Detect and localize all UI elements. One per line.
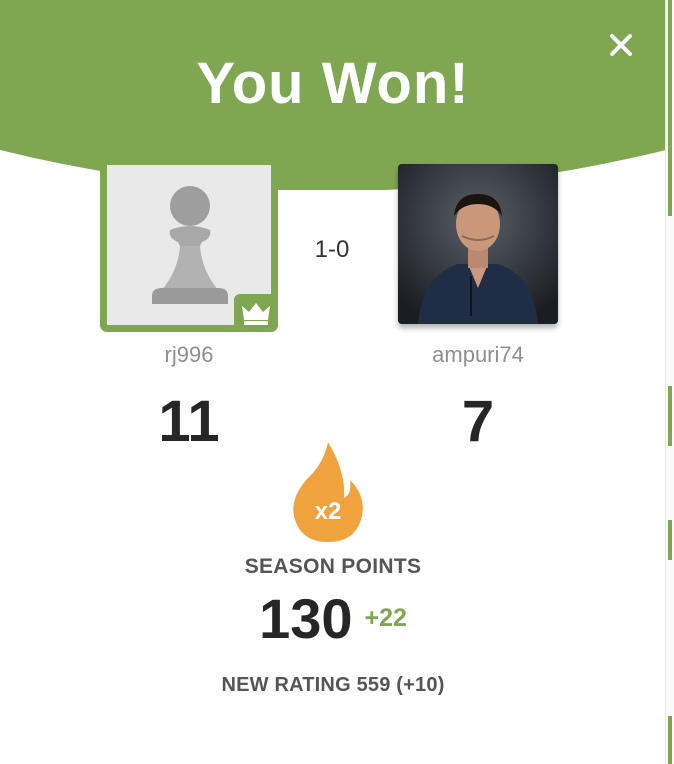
player1-username[interactable]: rj996 <box>100 342 278 368</box>
right-edge-scrollbar[interactable] <box>665 0 674 764</box>
player1-rating: 11 <box>158 389 220 454</box>
winner-badge <box>234 294 278 332</box>
edge-mark <box>668 716 672 764</box>
close-button[interactable] <box>604 28 638 62</box>
player2-photo <box>398 164 558 324</box>
season-points-label: SEASON POINTS <box>244 555 422 578</box>
season-points-delta: +22 <box>364 604 407 632</box>
flame-icon <box>293 442 363 542</box>
player2-avatar[interactable] <box>398 164 558 324</box>
edge-mark <box>668 386 672 446</box>
player2-rating: 7 <box>461 389 495 454</box>
season-points-value: 130 <box>259 587 353 650</box>
crown-icon <box>242 303 270 325</box>
player2-username[interactable]: ampuri74 <box>398 342 558 368</box>
game-score: 1-0 <box>314 236 350 263</box>
season-points-row: 130 +22 <box>0 586 666 651</box>
player1-avatar[interactable] <box>100 158 278 332</box>
player1-avatar-image <box>107 165 278 332</box>
edge-mark <box>668 520 672 560</box>
new-rating-text: NEW RATING 559 (+10) <box>221 674 445 696</box>
game-over-modal: You Won! 1-0 rj996 ampuri74 11 7 x2 SEAS… <box>0 0 666 764</box>
close-icon[interactable] <box>604 28 638 62</box>
result-title: You Won! <box>196 51 470 116</box>
multiplier-label: x2 <box>314 498 342 525</box>
edge-mark <box>668 0 672 216</box>
pawn-icon <box>152 186 228 304</box>
